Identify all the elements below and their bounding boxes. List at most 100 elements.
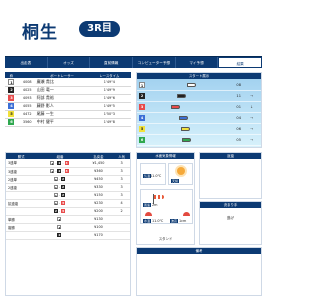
lane-badge: 1	[8, 78, 15, 85]
payout: ¥450	[83, 175, 114, 184]
tab-2[interactable]: 直前情報	[90, 57, 134, 68]
boat-icon	[179, 116, 188, 120]
bet-kind	[6, 191, 37, 200]
winning-technique-panel: 決まり手 逃げ	[199, 201, 262, 245]
wave-label: 波高	[170, 219, 179, 223]
combo-separator: -	[55, 169, 57, 173]
racer-no: 4093	[17, 94, 37, 103]
payout: ¥230	[83, 199, 114, 208]
racer-name[interactable]: 藤野 影人	[36, 102, 88, 111]
popularity	[113, 223, 130, 232]
start-timing: 05	[236, 138, 241, 142]
start-timing: 06	[236, 127, 241, 131]
racer-name[interactable]: 山田 竜一	[36, 86, 88, 95]
race-time: 1'49"9	[87, 86, 131, 95]
combo: 1-2	[36, 175, 84, 184]
racer-name[interactable]: 廣瀬 貴比	[36, 78, 88, 87]
popularity: 3	[113, 175, 130, 184]
combo-lane: 2	[53, 209, 58, 213]
combo-lane: 2	[57, 169, 62, 173]
combo-lane: 3	[61, 201, 65, 205]
temp-box: 気温 11.0℃	[140, 163, 166, 185]
boat-icon	[171, 105, 180, 109]
racer-table: 枠 ボートレーサー レースタイム 1 4008 廣瀬 貴比 1'49"4 2 4025 山田…	[5, 72, 131, 127]
payout: ¥330	[83, 183, 114, 192]
remarks-panel: 備考	[136, 247, 262, 296]
lane-badge: 3	[8, 95, 15, 101]
combo: 2	[36, 231, 84, 240]
payout: ¥170	[83, 231, 114, 240]
technique-title: 決まり手	[200, 202, 261, 208]
tab-1[interactable]: オッズ	[48, 57, 91, 68]
combo-separator: -	[58, 177, 60, 181]
start-lane-badge: 1	[139, 82, 145, 88]
tab-3[interactable]: コンピューター予想	[133, 57, 176, 68]
start-lane-badge: 4	[139, 115, 145, 121]
combo: 1	[36, 223, 84, 232]
racer-row[interactable]: 1 4008 廣瀬 貴比 1'49"4	[5, 78, 131, 87]
water-label: 水温	[143, 219, 152, 223]
umbrella-icon	[183, 212, 190, 216]
racer-row[interactable]: 5 4472 尾藤 一生 1'50"3	[5, 110, 131, 119]
tab-5[interactable]: 結果	[218, 57, 263, 68]
racer-no: 4055	[17, 102, 37, 111]
combo-lane: 1	[57, 217, 62, 222]
remarks-title: 備考	[137, 248, 261, 254]
payout-row: 2-3 ¥200 2	[6, 207, 130, 216]
start-course-mark: →	[249, 127, 253, 131]
start-row: 3 01 ↓	[137, 102, 261, 113]
wind-box: 風速 2m 水温 11.0℃ 波高 1cm	[140, 189, 193, 224]
tab-4[interactable]: マイ予想	[176, 57, 219, 68]
combo-lane: 2	[57, 233, 62, 237]
start-timing: 04	[236, 116, 241, 120]
popularity: 3	[113, 191, 130, 200]
racer-name[interactable]: 尾藤 一生	[36, 110, 88, 119]
start-course-mark: →	[249, 138, 253, 142]
tab-0[interactable]: 出走表	[5, 57, 48, 68]
racer-row[interactable]: 4 4055 藤野 影人 1'49"5	[5, 102, 131, 111]
start-lane-badge: 5	[139, 126, 145, 132]
weather-label: 天候	[171, 179, 180, 183]
sun-icon	[177, 167, 185, 175]
boat-icon	[181, 127, 190, 131]
popularity	[113, 231, 130, 240]
bet-kind: 3連複	[6, 167, 37, 176]
popularity: 3	[113, 167, 130, 176]
race-number-badge: 3R目	[79, 21, 120, 37]
combo: 1-2	[36, 183, 84, 192]
combo-separator: -	[62, 160, 64, 165]
combo-lane: 1	[50, 160, 55, 166]
umbrella-icon	[145, 212, 152, 216]
stand-label: スタンド	[158, 237, 173, 241]
combo: 2-3	[36, 207, 84, 216]
combo: 1-2	[36, 191, 84, 200]
racer-row[interactable]: 2 4025 山田 竜一 1'49"9	[5, 86, 131, 95]
racer-row[interactable]: 3 4093 阿部 貴裕 1'49"6	[5, 94, 131, 103]
racer-row[interactable]: 6 3560 中村 健平 1'49"8	[5, 118, 131, 127]
start-timing: 11	[236, 94, 241, 98]
combo-separator: -	[58, 185, 60, 189]
race-time: 1'50"3	[87, 110, 131, 119]
combo-lane: 1	[53, 201, 58, 206]
technique-value: 逃げ	[226, 216, 235, 220]
start-exhibition-panel: スタート展示 1 08 2 11 → 3 01 ↓ 4 04 → 5 06 → 6 05 →	[136, 72, 262, 148]
payout: ¥1,450	[83, 159, 114, 168]
boat-icon	[177, 94, 186, 98]
start-row: 4 04 →	[137, 113, 261, 124]
race-time: 1'49"5	[87, 102, 131, 111]
racer-name[interactable]: 阿部 貴裕	[36, 94, 88, 103]
combo-lane: 1	[57, 225, 62, 230]
popularity: 2	[113, 207, 130, 216]
racer-name[interactable]: 中村 健平	[36, 118, 88, 127]
combo: 1-2-3	[36, 159, 84, 168]
racer-no: 4008	[17, 78, 37, 87]
start-row: 5 06 →	[137, 124, 261, 135]
payout-row: 単勝 1 ¥130	[6, 215, 130, 224]
lane-badge: 5	[8, 111, 15, 117]
combo-separator: -	[58, 193, 60, 197]
bet-kind: 複勝	[6, 223, 37, 232]
popularity: 4	[113, 199, 130, 208]
bet-kind	[6, 231, 37, 240]
tab-bar: 出走表 オッズ 直前情報 コンピューター予想 マイ予想 結果	[5, 56, 263, 68]
weather-box: 天候	[168, 163, 193, 185]
